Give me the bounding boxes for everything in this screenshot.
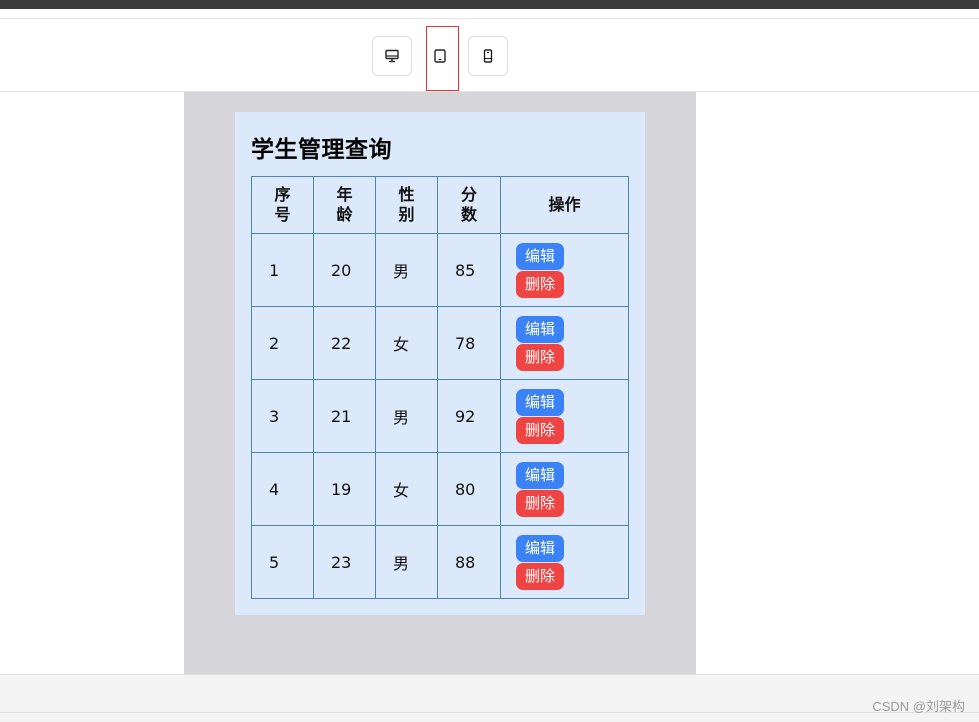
cell-age: 22 [313, 306, 376, 380]
header-age: 年龄 [313, 176, 376, 234]
delete-button[interactable]: 删除 [516, 416, 564, 444]
edit-button[interactable]: 编辑 [516, 315, 564, 343]
table-row: 3 21 男 92 编辑 删除 [251, 379, 629, 453]
divider [0, 712, 979, 713]
cell-score: 88 [437, 525, 501, 599]
header-id: 序号 [251, 176, 314, 234]
mobile-view-button[interactable] [468, 36, 508, 76]
table-header-row: 序号 年龄 性别 分数 操作 [251, 176, 629, 234]
table-row: 2 22 女 78 编辑 删除 [251, 306, 629, 380]
student-table: 序号 年龄 性别 分数 操作 1 20 男 85 编辑 删除 2 22 女 78… [251, 176, 629, 599]
cell-age: 20 [313, 233, 376, 307]
tablet-preview-frame: 学生管理查询 序号 年龄 性别 分数 操作 1 20 男 85 编辑 删除 2 … [184, 92, 696, 674]
cell-age: 19 [313, 452, 376, 526]
watermark: CSDN @刘架构 [872, 699, 965, 714]
cell-score: 78 [437, 306, 501, 380]
delete-button[interactable]: 删除 [516, 343, 564, 371]
header-actions: 操作 [500, 176, 629, 234]
cell-actions: 编辑 删除 [500, 452, 629, 526]
cell-gender: 女 [375, 452, 438, 526]
table-row: 4 19 女 80 编辑 删除 [251, 452, 629, 526]
tablet-icon [432, 48, 448, 64]
cell-gender: 男 [375, 525, 438, 599]
window-top-bar [0, 0, 979, 9]
header-gender: 性别 [375, 176, 438, 234]
edit-button[interactable]: 编辑 [516, 388, 564, 416]
desktop-view-button[interactable] [372, 36, 412, 76]
cell-score: 85 [437, 233, 501, 307]
cell-age: 21 [313, 379, 376, 453]
page-title: 学生管理查询 [251, 137, 392, 163]
cell-id: 4 [251, 452, 314, 526]
cell-actions: 编辑 删除 [500, 379, 629, 453]
cell-id: 1 [251, 233, 314, 307]
table-row: 5 23 男 88 编辑 删除 [251, 525, 629, 599]
cell-id: 3 [251, 379, 314, 453]
edit-button[interactable]: 编辑 [516, 461, 564, 489]
delete-button[interactable]: 删除 [516, 562, 564, 590]
bottom-bar [0, 674, 979, 722]
tablet-view-button[interactable] [420, 36, 460, 76]
cell-actions: 编辑 删除 [500, 525, 629, 599]
cell-score: 92 [437, 379, 501, 453]
delete-button[interactable]: 删除 [516, 489, 564, 517]
edit-button[interactable]: 编辑 [516, 534, 564, 562]
divider [0, 18, 979, 19]
cell-gender: 男 [375, 379, 438, 453]
cell-score: 80 [437, 452, 501, 526]
student-card: 学生管理查询 序号 年龄 性别 分数 操作 1 20 男 85 编辑 删除 2 … [235, 112, 645, 615]
monitor-icon [384, 48, 400, 64]
cell-actions: 编辑 删除 [500, 306, 629, 380]
header-score: 分数 [437, 176, 501, 234]
delete-button[interactable]: 删除 [516, 270, 564, 298]
cell-gender: 女 [375, 306, 438, 380]
cell-id: 2 [251, 306, 314, 380]
edit-button[interactable]: 编辑 [516, 242, 564, 270]
cell-gender: 男 [375, 233, 438, 307]
cell-actions: 编辑 删除 [500, 233, 629, 307]
cell-age: 23 [313, 525, 376, 599]
phone-icon [480, 48, 496, 64]
cell-id: 5 [251, 525, 314, 599]
table-row: 1 20 男 85 编辑 删除 [251, 233, 629, 307]
